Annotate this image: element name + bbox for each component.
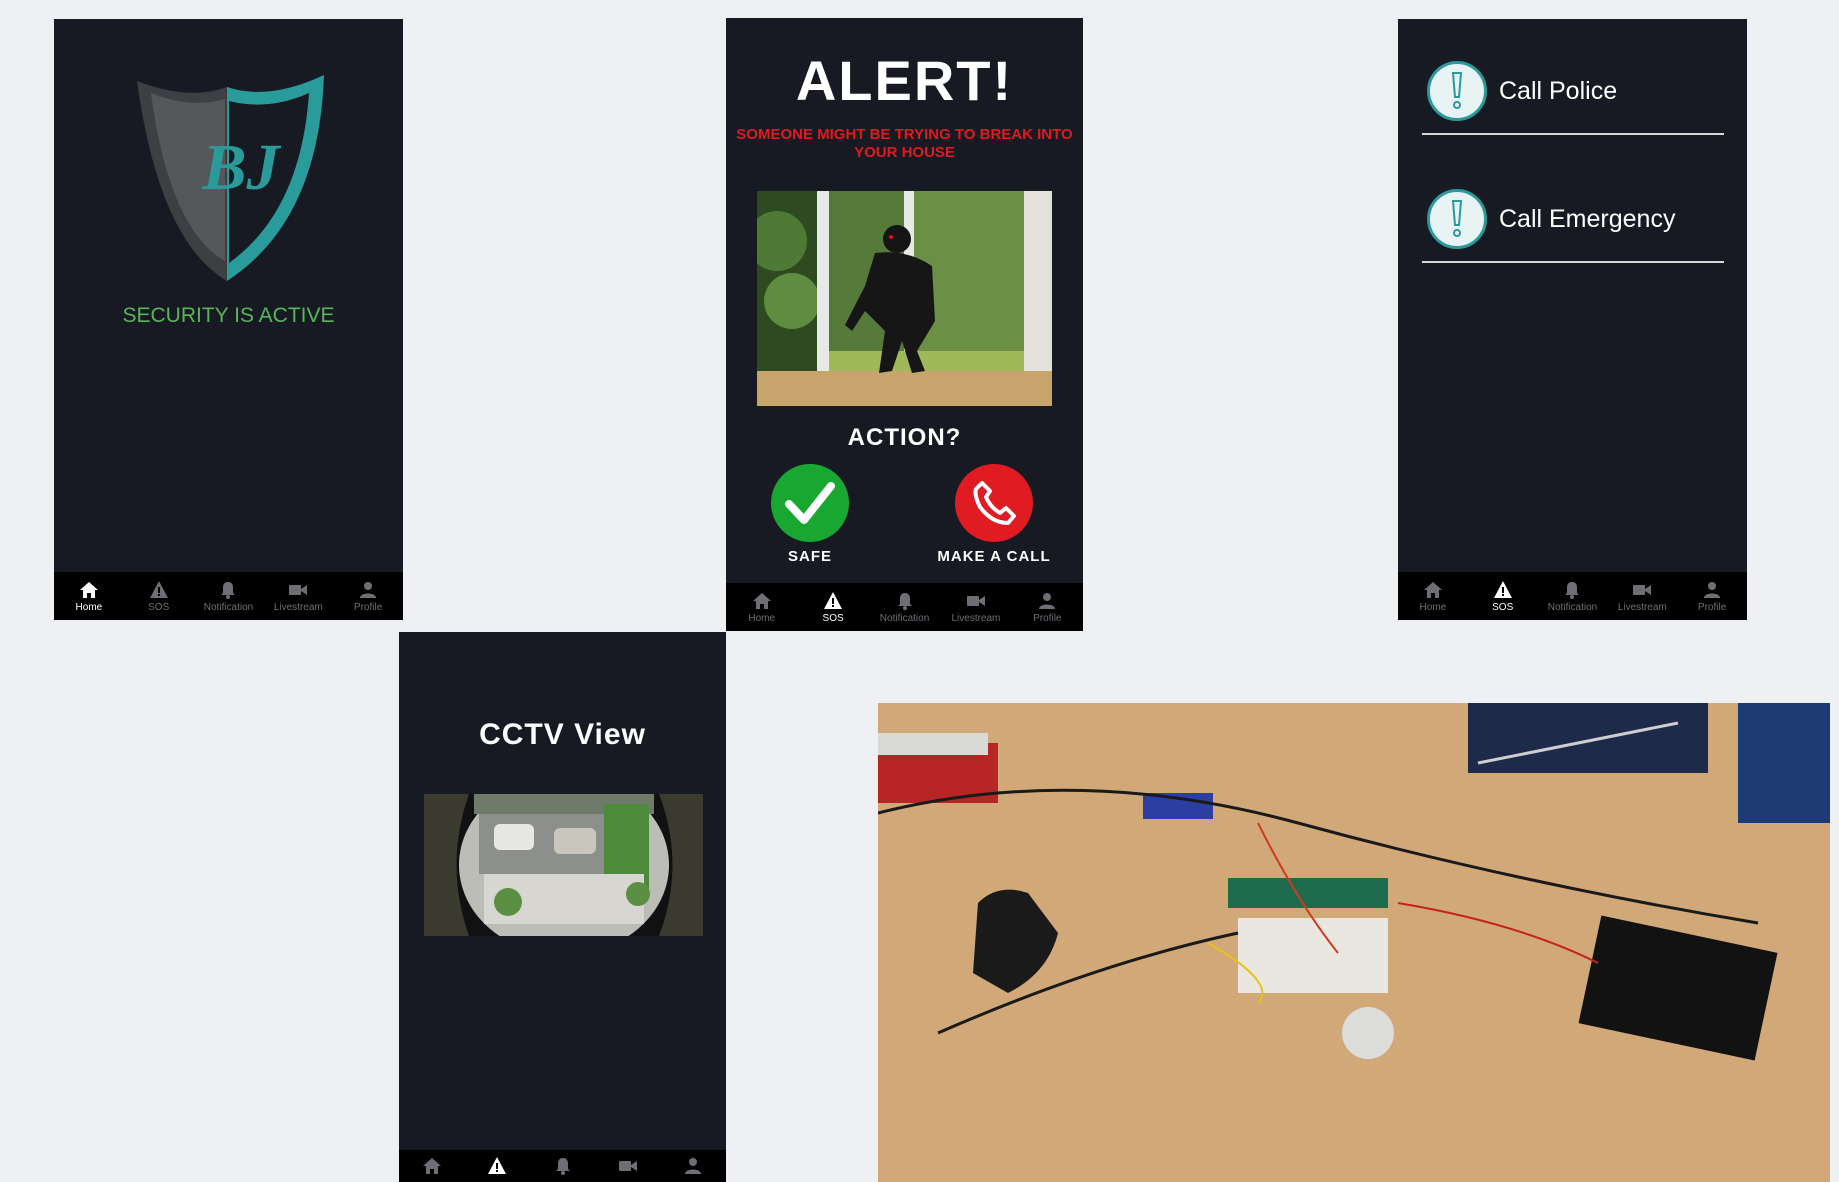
bj-shield-logo: BJ xyxy=(137,75,324,281)
bell-icon xyxy=(555,1158,570,1175)
call-police-label: Call Police xyxy=(1499,76,1618,105)
security-status: SECURITY IS ACTIVE xyxy=(122,304,335,327)
nav-profile[interactable]: Profile xyxy=(333,572,403,620)
nav-profile[interactable]: Profile xyxy=(1677,572,1747,620)
person-icon xyxy=(1704,581,1721,598)
video-camera-icon xyxy=(289,584,308,595)
alert-title: ALERT! xyxy=(795,49,1014,112)
home-icon xyxy=(79,581,98,598)
nav-home[interactable]: Home xyxy=(54,572,124,620)
sos-screen: Call Police Call Emergency Home SOS Noti… xyxy=(1398,19,1747,620)
nav-notification[interactable]: Notification xyxy=(869,583,940,631)
nav-livestream[interactable]: Livestream xyxy=(263,572,333,620)
person-icon xyxy=(1039,592,1056,609)
bell-icon xyxy=(221,581,236,599)
bell-icon xyxy=(897,592,912,610)
intruder-photo xyxy=(757,191,1052,406)
nav-livestream-label: Livestream xyxy=(951,612,1001,624)
alert-circle-icon xyxy=(1427,61,1487,121)
nav-livestream[interactable]: Livestream xyxy=(940,583,1011,631)
nav-notification[interactable]: Notification xyxy=(194,572,264,620)
nav-livestream-label: Livestream xyxy=(273,601,323,613)
nav-home-label: Home xyxy=(1419,601,1447,613)
home-screen: BJ SECURITY IS ACTIVE Home SOS Notificat… xyxy=(54,19,403,620)
warning-icon xyxy=(488,1157,507,1174)
nav-notification-label: Notification xyxy=(203,601,254,613)
nav-notification[interactable] xyxy=(530,1150,595,1182)
person-icon xyxy=(360,581,377,598)
logo-letters: BJ xyxy=(201,131,281,204)
nav-profile-label: Profile xyxy=(1697,601,1727,613)
nav-livestream[interactable]: Livestream xyxy=(1607,572,1677,620)
safe-label: SAFE xyxy=(787,548,832,565)
call-emergency-label: Call Emergency xyxy=(1499,204,1676,233)
call-police-item[interactable]: Call Police xyxy=(1422,49,1724,135)
nav-home-label: Home xyxy=(748,612,776,624)
make-call-button[interactable] xyxy=(955,464,1033,542)
nav-home[interactable] xyxy=(399,1150,464,1182)
person-icon xyxy=(685,1158,702,1174)
bottom-nav: Home SOS Notification Livestream Profile xyxy=(726,583,1083,631)
cctv-screen: CCTV View xyxy=(399,632,726,1182)
safe-button[interactable] xyxy=(771,464,849,542)
video-camera-icon xyxy=(966,595,985,606)
nav-livestream[interactable] xyxy=(595,1150,660,1182)
video-camera-icon xyxy=(618,1161,637,1171)
home-icon xyxy=(422,1158,441,1174)
warning-icon xyxy=(149,580,168,598)
bottom-nav xyxy=(399,1150,726,1182)
cctv-title: CCTV View xyxy=(479,718,646,751)
nav-sos-label: SOS xyxy=(1492,601,1514,613)
make-call-label: MAKE A CALL xyxy=(937,548,1051,565)
alert-screen: ALERT! SOMEONE MIGHT BE TRYING TO BREAK … xyxy=(726,18,1083,631)
nav-sos[interactable]: SOS xyxy=(124,572,194,620)
cctv-feed xyxy=(424,794,703,936)
bottom-nav: Home SOS Notification Livestream Profile xyxy=(1398,572,1747,620)
action-question: ACTION? xyxy=(847,424,962,451)
alert-circle-icon xyxy=(1427,189,1487,249)
home-icon xyxy=(752,592,771,609)
warning-icon xyxy=(1493,580,1512,598)
bottom-nav: Home SOS Notification Livestream Profile xyxy=(54,572,403,620)
alert-subtitle: SOMEONE MIGHT BE TRYING TO BREAK INTO YO… xyxy=(736,126,1073,161)
nav-livestream-label: Livestream xyxy=(1617,601,1667,613)
nav-profile-label: Profile xyxy=(1033,612,1062,624)
nav-home[interactable]: Home xyxy=(1398,572,1468,620)
nav-home[interactable]: Home xyxy=(726,583,797,631)
nav-notification-label: Notification xyxy=(879,612,930,624)
checkmark-icon xyxy=(785,482,835,524)
phone-icon xyxy=(973,481,1016,525)
warning-icon xyxy=(824,591,843,609)
nav-sos-label: SOS xyxy=(148,601,170,613)
nav-sos[interactable]: SOS xyxy=(1468,572,1538,620)
hardware-prototype-photo xyxy=(878,703,1830,1182)
nav-notification-label: Notification xyxy=(1547,601,1598,613)
home-icon xyxy=(1423,581,1442,598)
nav-profile[interactable]: Profile xyxy=(1012,583,1083,631)
bell-icon xyxy=(1565,581,1580,599)
nav-sos[interactable] xyxy=(464,1150,529,1182)
video-camera-icon xyxy=(1633,584,1652,595)
nav-sos-label: SOS xyxy=(822,612,844,624)
nav-profile[interactable] xyxy=(661,1150,726,1182)
nav-home-label: Home xyxy=(75,601,103,613)
nav-profile-label: Profile xyxy=(353,601,383,613)
nav-notification[interactable]: Notification xyxy=(1538,572,1608,620)
call-emergency-item[interactable]: Call Emergency xyxy=(1422,177,1724,263)
nav-sos[interactable]: SOS xyxy=(797,583,868,631)
